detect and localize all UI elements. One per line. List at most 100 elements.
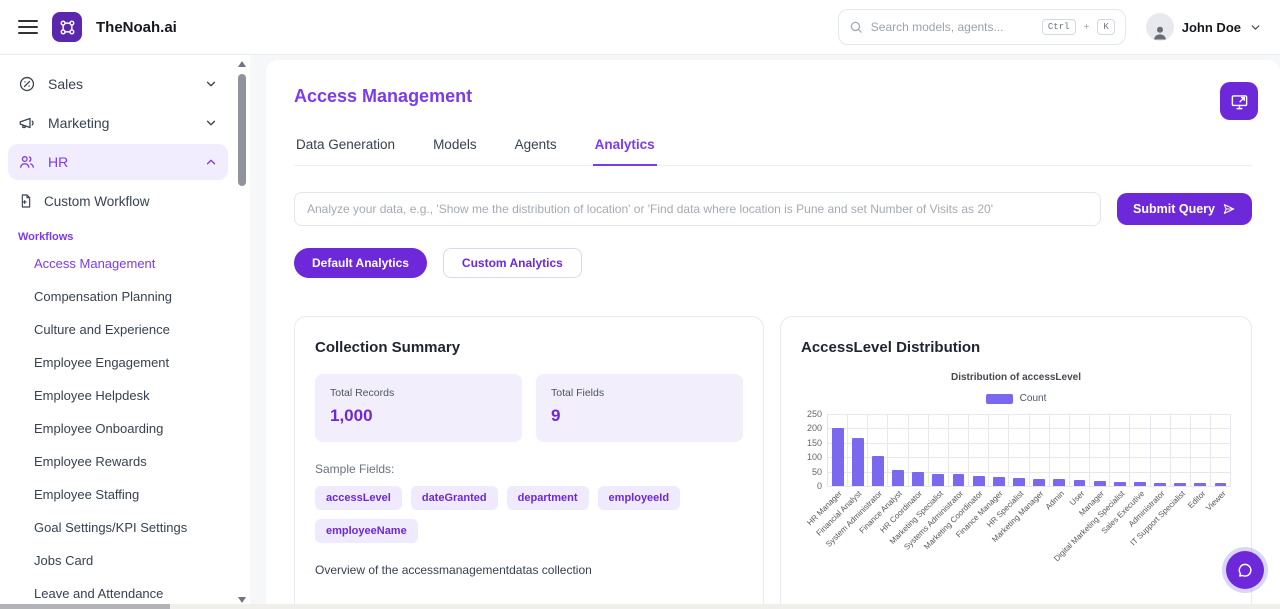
menu-icon[interactable]	[18, 20, 38, 34]
users-icon	[18, 153, 36, 171]
chart-column	[1211, 414, 1231, 486]
accesslevel-distribution-card: AccessLevel Distribution Distribution of…	[780, 316, 1252, 609]
brand-name: TheNoah.ai	[96, 19, 177, 36]
chart-column	[828, 414, 848, 486]
user-name: John Doe	[1182, 20, 1241, 35]
shortcut-key-k: K	[1097, 19, 1114, 35]
bar-finance-analyst[interactable]	[892, 470, 904, 486]
megaphone-icon	[18, 114, 36, 132]
bar-financial-analyst[interactable]	[852, 438, 864, 486]
bar-finance-manager[interactable]	[993, 477, 1005, 486]
bar-marketing-manager[interactable]	[1033, 479, 1045, 486]
custom-analytics-button[interactable]: Custom Analytics	[443, 248, 582, 278]
chart-column	[848, 414, 868, 486]
bar-hr-specialist[interactable]	[1013, 478, 1025, 486]
analytics-mode-toggle: Default Analytics Custom Analytics	[294, 248, 1252, 278]
horizontal-scrollbar	[0, 604, 1280, 609]
chart-plot-area	[827, 414, 1231, 486]
sidebar-item-label: HR	[48, 154, 68, 170]
bar-admin[interactable]	[1053, 479, 1065, 486]
sidebar-item-custom-workflow[interactable]: Custom Workflow	[0, 183, 236, 219]
chart-legend: Count	[801, 393, 1231, 404]
chat-fab-circle	[1226, 551, 1264, 589]
chart-column	[1090, 414, 1110, 486]
network-nodes-icon	[58, 18, 77, 37]
tab-bar: Data Generation Models Agents Analytics	[294, 131, 1252, 166]
y-tick-label: 100	[807, 452, 822, 462]
chart-column	[1110, 414, 1130, 486]
bar-system-administrator[interactable]	[872, 456, 884, 486]
send-icon	[1222, 202, 1236, 216]
chat-fab-button[interactable]	[1222, 547, 1268, 593]
tab-models[interactable]: Models	[431, 131, 479, 166]
user-menu[interactable]: John Doe	[1146, 13, 1262, 41]
workflow-item-employee-rewards[interactable]: Employee Rewards	[0, 445, 236, 478]
chart-column	[909, 414, 929, 486]
workflow-item-employee-helpdesk[interactable]: Employee Helpdesk	[0, 379, 236, 412]
workflow-item-culture-and-experience[interactable]: Culture and Experience	[0, 313, 236, 346]
tab-agents[interactable]: Agents	[513, 131, 559, 166]
stat-total-fields: Total Fields 9	[536, 374, 743, 442]
y-tick-label: 150	[807, 438, 822, 448]
scroll-down-icon[interactable]	[238, 597, 246, 603]
x-tick-label: Viewer	[1204, 489, 1228, 513]
page-title: Access Management	[294, 86, 1252, 107]
workflow-item-employee-staffing[interactable]: Employee Staffing	[0, 478, 236, 511]
bar-hr-coordinator[interactable]	[912, 472, 924, 486]
y-tick-label: 250	[807, 409, 822, 419]
field-chip-department[interactable]: department	[507, 486, 589, 510]
bar-marketing-coordinator[interactable]	[973, 476, 985, 486]
chart-title: Distribution of accessLevel	[801, 372, 1231, 383]
document-icon	[18, 193, 34, 209]
bar-hr-manager[interactable]	[832, 428, 844, 486]
chart-column	[949, 414, 969, 486]
brand-logo[interactable]	[52, 12, 82, 42]
chart-column	[1151, 414, 1171, 486]
analytics-query-input[interactable]	[294, 192, 1101, 226]
submit-query-label: Submit Query	[1133, 202, 1215, 216]
field-chip-employeename[interactable]: employeeName	[315, 519, 418, 543]
bar-systems-administrator[interactable]	[953, 474, 965, 486]
percent-badge-icon	[18, 75, 36, 93]
y-tick-label: 200	[807, 423, 822, 433]
workflow-item-goal-settings-kpi-settings[interactable]: Goal Settings/KPI Settings	[0, 511, 236, 544]
global-search[interactable]: Ctrl + K	[838, 9, 1126, 45]
scroll-up-icon[interactable]	[238, 61, 246, 67]
default-analytics-button[interactable]: Default Analytics	[294, 248, 427, 278]
sidebar-item-sales[interactable]: Sales	[8, 66, 228, 102]
chart-x-axis-labels: HR ManagerFinancial AnalystSystem Admini…	[827, 486, 1231, 578]
field-chip-dategranted[interactable]: dateGranted	[411, 486, 498, 510]
avatar	[1146, 13, 1174, 41]
tab-data-generation[interactable]: Data Generation	[294, 131, 397, 166]
bar-marketing-specialist[interactable]	[932, 474, 944, 486]
tab-analytics[interactable]: Analytics	[593, 131, 657, 166]
x-tick-label: Editor	[1186, 489, 1207, 510]
stat-value: 9	[551, 406, 728, 426]
chart-column	[1130, 414, 1150, 486]
open-fullscreen-button[interactable]	[1220, 82, 1258, 120]
workflow-item-jobs-card[interactable]: Jobs Card	[0, 544, 236, 577]
field-chip-accesslevel[interactable]: accessLevel	[315, 486, 402, 510]
stat-total-records: Total Records 1,000	[315, 374, 522, 442]
collection-summary-card: Collection Summary Total Records 1,000 T…	[294, 316, 764, 609]
search-input[interactable]	[871, 20, 1034, 34]
workflow-item-access-management[interactable]: Access Management	[0, 247, 236, 280]
submit-query-button[interactable]: Submit Query	[1117, 193, 1252, 225]
workflow-item-compensation-planning[interactable]: Compensation Planning	[0, 280, 236, 313]
chevron-down-icon	[1249, 21, 1262, 34]
workflow-item-employee-onboarding[interactable]: Employee Onboarding	[0, 412, 236, 445]
chart-column	[1191, 414, 1211, 486]
y-tick-label: 0	[817, 481, 822, 491]
sidebar-item-hr[interactable]: HR	[8, 144, 228, 180]
shortcut-key-ctrl: Ctrl	[1042, 19, 1076, 35]
sidebar-item-label: Custom Workflow	[44, 194, 150, 209]
legend-count-swatch	[986, 394, 1013, 404]
field-chip-employeeid[interactable]: employeeId	[598, 486, 681, 510]
sidebar-item-label: Sales	[48, 76, 83, 92]
chart-y-axis: 050100150200250	[801, 414, 827, 486]
sidebar-scrollbar-thumb[interactable]	[238, 74, 246, 186]
sidebar-item-marketing[interactable]: Marketing	[8, 105, 228, 141]
workflow-item-employee-engagement[interactable]: Employee Engagement	[0, 346, 236, 379]
chart-column	[1009, 414, 1029, 486]
horizontal-scrollbar-thumb[interactable]	[0, 604, 170, 609]
